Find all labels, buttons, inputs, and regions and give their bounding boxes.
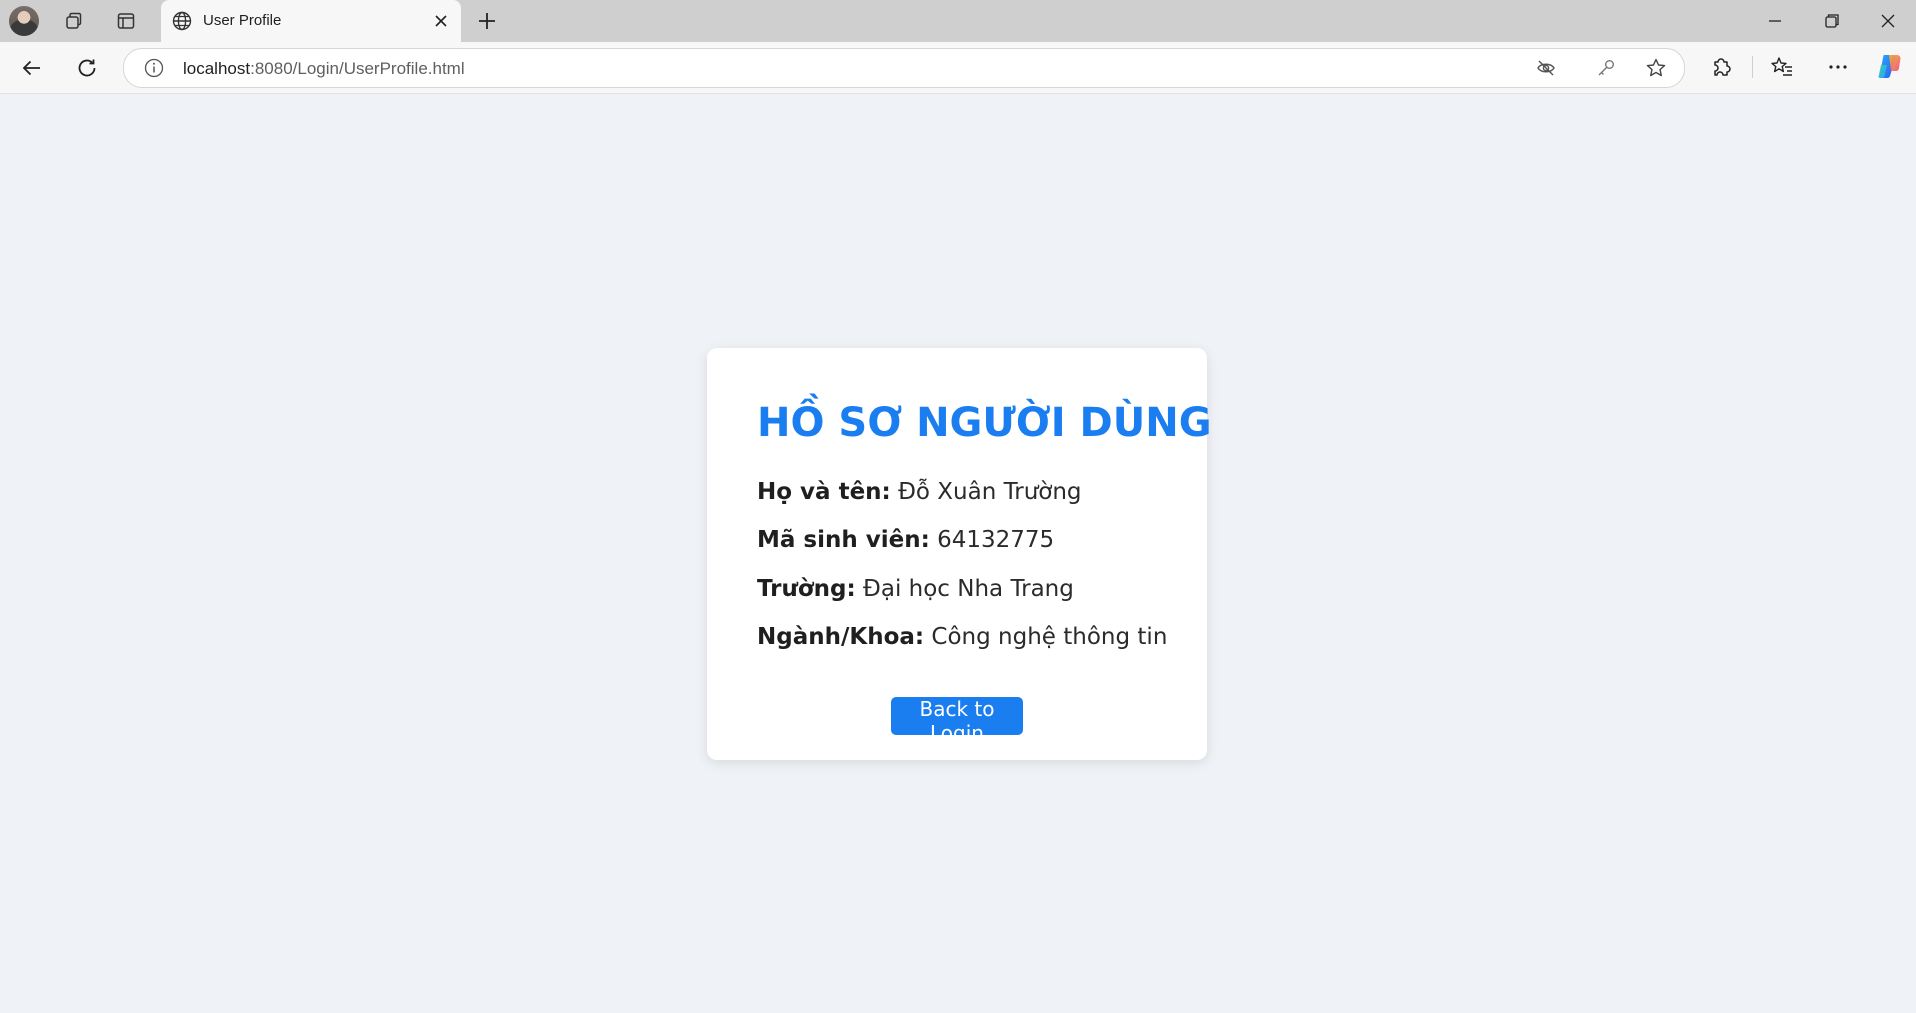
copilot-icon[interactable] — [1875, 51, 1905, 81]
avatar[interactable] — [9, 6, 39, 36]
ellipsis-icon[interactable] — [1824, 53, 1852, 81]
info-row-major: Ngành/Khoa: Công nghệ thông tin — [757, 624, 1167, 650]
url-host: localhost — [183, 59, 251, 78]
url-text[interactable]: localhost:8080/Login/UserProfile.html — [183, 59, 465, 79]
info-row-full-name: Họ và tên: Đỗ Xuân Trường — [757, 479, 1082, 505]
browser-toolbar: localhost:8080/Login/UserProfile.html — [0, 42, 1916, 94]
page-title: HỒ SƠ NGƯỜI DÙNG — [757, 400, 1212, 446]
globe-icon — [171, 10, 193, 32]
collections-icon[interactable] — [57, 7, 91, 35]
url-path: :8080/Login/UserProfile.html — [250, 59, 465, 78]
refresh-icon[interactable] — [70, 51, 104, 85]
vertical-tabs-icon[interactable] — [109, 7, 143, 35]
field-label: Trường: — [757, 576, 856, 602]
field-value: Đỗ Xuân Trường — [898, 479, 1082, 505]
info-row-student-id: Mã sinh viên: 64132775 — [757, 527, 1054, 553]
eye-off-icon[interactable] — [1534, 56, 1558, 80]
puzzle-icon[interactable] — [1707, 53, 1735, 81]
plus-icon[interactable] — [472, 8, 502, 34]
restore-icon[interactable] — [1811, 6, 1851, 36]
close-window-icon[interactable] — [1868, 6, 1908, 36]
minimize-icon[interactable] — [1755, 6, 1795, 36]
profile-card: HỒ SƠ NGƯỜI DÙNG Họ và tên: Đỗ Xuân Trườ… — [707, 348, 1212, 760]
back-to-login-button[interactable]: Back to Login — [891, 697, 1023, 745]
info-row-school: Trường: Đại học Nha Trang — [757, 576, 1074, 602]
field-value: Đại học Nha Trang — [863, 576, 1074, 602]
tab-title: User Profile — [203, 12, 282, 29]
field-value: Công nghệ thông tin — [931, 624, 1168, 650]
close-icon[interactable] — [429, 9, 453, 33]
favorites-list-icon[interactable] — [1768, 53, 1796, 81]
info-icon[interactable] — [143, 57, 165, 79]
tab-user-profile[interactable]: User Profile — [161, 0, 461, 42]
key-icon[interactable] — [1594, 56, 1618, 80]
star-icon[interactable] — [1644, 56, 1668, 80]
field-label: Mã sinh viên: — [757, 527, 930, 553]
field-label: Họ và tên: — [757, 479, 891, 505]
address-bar[interactable]: localhost:8080/Login/UserProfile.html — [123, 48, 1685, 88]
page-content: HỒ SƠ NGƯỜI DÙNG Họ và tên: Đỗ Xuân Trườ… — [0, 94, 1916, 1013]
browser-tab-bar: User Profile — [0, 0, 1916, 42]
field-label: Ngành/Khoa: — [757, 624, 925, 650]
field-value: 64132775 — [937, 527, 1055, 553]
toolbar-divider — [1752, 56, 1753, 78]
arrow-left-icon[interactable] — [15, 51, 49, 85]
